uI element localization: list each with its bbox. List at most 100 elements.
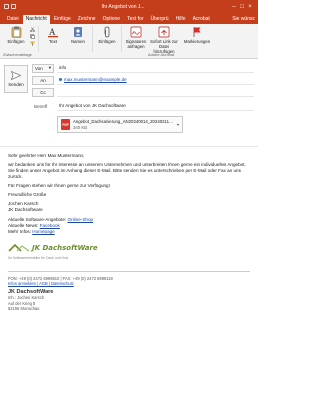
attachment-name: Angebot_Dachsanierung_AN20240014_2024021… — [73, 119, 174, 124]
subject-row: Betreff Ihr Angebot von JK Dachsoftware — [32, 101, 254, 111]
title-bar: Ihr Angebot von J... – □ × — [0, 0, 258, 13]
from-row: Von ▾ info — [32, 63, 254, 73]
chevron-down-icon[interactable]: ▾ — [177, 122, 179, 127]
recipient-chip[interactable]: max.mustermann@example.de — [59, 77, 127, 82]
clipboard-group-label: Zwischenablage — [3, 52, 32, 57]
svg-text:A: A — [49, 27, 56, 37]
cut-button[interactable] — [30, 27, 35, 32]
copy-icon — [30, 34, 35, 39]
quick-access-toolbar — [4, 4, 16, 9]
pdf-file-icon: PDF — [61, 119, 70, 130]
tab-hilfe[interactable]: Hilfe — [173, 15, 189, 24]
homepage-link[interactable]: Homepage — [32, 229, 54, 234]
to-row: An max.mustermann@example.de — [32, 75, 254, 85]
insert-label: Einfügen — [98, 39, 116, 44]
text-label: Text — [49, 39, 57, 44]
to-field[interactable]: max.mustermann@example.de — [57, 76, 254, 85]
from-label: Von — [35, 65, 43, 71]
font-a-icon: A — [47, 26, 59, 38]
share-link-button[interactable]: Sofort Link zur Datei hinzufügen — [150, 26, 178, 54]
tab-datei[interactable]: Datei — [4, 15, 22, 24]
address-book-icon — [72, 26, 84, 38]
info-label: Mehr Infos: — [8, 229, 31, 234]
request-signatures-button[interactable]: Signaturen anfragen — [125, 26, 147, 49]
paste-button[interactable]: Einfügen — [5, 26, 27, 44]
text-button[interactable]: A Text — [42, 26, 64, 44]
flag-icon — [191, 26, 203, 38]
attachment-meta: Angebot_Dachsanierung_AN20240014_2024021… — [73, 119, 174, 130]
request-signatures-label: Signaturen anfragen — [125, 39, 147, 49]
company-logo: JK DachsoftWare — [8, 243, 250, 253]
attachment-card[interactable]: PDF Angebot_Dachsanierung_AN20240014_202… — [57, 116, 183, 133]
format-painter-icon — [30, 41, 35, 46]
tab-acrobat[interactable]: Acrobat — [190, 15, 213, 24]
tab-zeichnen[interactable]: Zeichne — [75, 15, 99, 24]
cc-label: Cc — [40, 89, 46, 95]
send-label: Senden — [8, 82, 24, 87]
signature-icon — [130, 26, 142, 38]
intro-paragraph: wir bedanken uns für Ihr Interesse an un… — [8, 162, 246, 179]
minimize-icon[interactable]: – — [230, 4, 238, 10]
flag-label: Markierungen — [183, 39, 211, 44]
adobe-group-label: Adobe Acrobat — [148, 52, 175, 57]
from-button[interactable]: Von ▾ — [32, 63, 54, 73]
compose-header: Senden Von ▾ info An max.mustermann@examp… — [0, 59, 258, 147]
logo-brand: JK DachsoftWare — [32, 244, 98, 252]
software-label: Aktuelle Software-Angebote: — [8, 217, 67, 222]
divider — [8, 271, 250, 272]
cc-row: Cc — [32, 87, 254, 97]
tab-ueberpruefen[interactable]: Überprü — [148, 15, 172, 24]
recipient-address: max.mustermann@example.de — [64, 77, 127, 82]
greeting: Sehr geehrter Herr Max Mustermann, — [8, 153, 85, 158]
flag-button[interactable]: Markierungen — [184, 26, 210, 44]
tab-nachricht[interactable]: Nachricht — [22, 15, 50, 24]
window-title: Ihr Angebot von J... — [101, 3, 145, 10]
tab-einfuegen[interactable]: Einfüge — [51, 15, 74, 24]
paperclip-icon — [101, 26, 113, 38]
send-button[interactable]: Senden — [4, 65, 28, 93]
share-link-icon — [158, 26, 170, 38]
chevron-down-icon: ▾ — [48, 65, 51, 70]
tags-group: Markierungen — [181, 26, 213, 52]
format-painter-button[interactable] — [30, 41, 35, 46]
send-icon — [11, 71, 21, 80]
online-shop-link[interactable]: Online-Shop — [68, 217, 94, 222]
cc-button[interactable]: Cc — [32, 87, 54, 97]
address-fields: Von ▾ info An max.mustermann@example.de C… — [32, 63, 254, 146]
maximize-icon[interactable]: □ — [238, 4, 246, 10]
clipboard-icon — [10, 26, 22, 38]
from-value: info — [57, 64, 254, 73]
text-group: A Text Namen — [39, 26, 93, 52]
names-button[interactable]: Namen — [67, 26, 89, 44]
ribbon-tabs: Datei Nachricht Einfüge Zeichne Optione … — [0, 13, 258, 24]
tab-optionen[interactable]: Optione — [100, 15, 124, 24]
to-button[interactable]: An — [32, 75, 54, 85]
cut-icon — [30, 27, 35, 32]
news-label: Aktuelle News: — [8, 223, 39, 228]
logo-tagline: Ihr Softwarehersteller für Dach und Holz — [8, 256, 69, 260]
attachment-size: 340 KB — [73, 124, 88, 130]
roof-logo-icon — [8, 243, 30, 252]
names-label: Namen — [71, 39, 85, 44]
clipboard-group: Einfügen — [2, 26, 39, 52]
closing: Freundliche Grüße — [8, 192, 47, 197]
cc-field[interactable] — [57, 88, 254, 97]
message-body[interactable]: Sehr geehrter Herr Max Mustermann, wir b… — [0, 147, 258, 317]
footer-city: 52156 Monschau — [8, 305, 40, 311]
facebook-link[interactable]: Facebook — [40, 223, 60, 228]
paste-label: Einfügen — [7, 39, 25, 44]
tell-me-search[interactable]: Sie wünsc — [229, 15, 258, 24]
subject-field[interactable]: Ihr Angebot von JK Dachsoftware — [57, 102, 254, 111]
subject-label: Betreff — [34, 103, 48, 109]
clipboard-small-actions — [30, 26, 35, 46]
copy-button[interactable] — [30, 34, 35, 39]
signature-links: Aktuelle Software-Angebote: Online-Shop … — [8, 217, 250, 235]
contact-links[interactable]: Infos anmelden | AGB | Datenschutz — [8, 281, 250, 286]
save-icon[interactable] — [4, 4, 9, 9]
tab-text-format[interactable]: Text for — [124, 15, 146, 24]
insert-button[interactable]: Einfügen — [96, 26, 118, 44]
adobe-group: Signaturen anfragen Sofort Link zur Date… — [122, 26, 181, 54]
contact-status-icon — [59, 78, 62, 81]
close-icon[interactable]: × — [246, 4, 254, 10]
ribbon: Einfügen A Text Namen Einfügen Signature… — [0, 24, 258, 59]
